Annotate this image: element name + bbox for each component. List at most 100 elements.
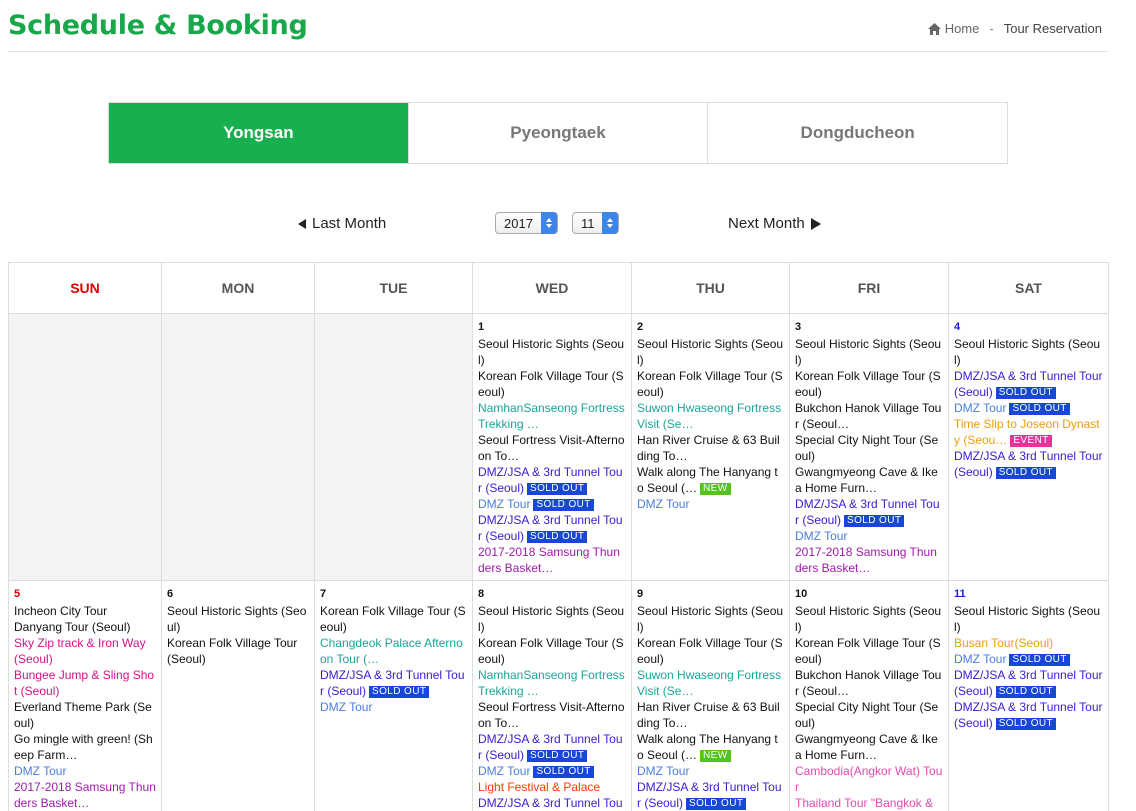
tour-event-link[interactable]: Seoul Fortress Visit-Afternoon To… [478, 699, 626, 731]
tab-yongsan[interactable]: Yongsan [109, 103, 408, 163]
tour-event-link[interactable]: NamhanSanseong Fortress Trekking … [478, 400, 626, 432]
tour-event-link[interactable]: Korean Folk Village Tour (Seoul) [478, 368, 626, 400]
next-month-label: Next Month [728, 215, 805, 232]
tour-event-link[interactable]: Seoul Historic Sights (Seoul) [637, 603, 784, 635]
soldout-badge: SOLD OUT [1009, 403, 1070, 415]
tour-event-link[interactable]: Busan Tour(Seoul) [954, 635, 1103, 651]
last-month-button[interactable]: Last Month [298, 215, 386, 232]
soldout-badge: SOLD OUT [995, 467, 1057, 479]
tour-event-link[interactable]: Korean Folk Village Tour (Seoul) [795, 368, 943, 400]
tour-event-link[interactable]: DMZ/JSA & 3rd Tunnel Tour (Seoul) SOLD OU… [320, 667, 467, 699]
tour-event-link[interactable]: DMZ Tour SOLD OUT [954, 651, 1103, 667]
tour-event-title: Cambodia(Angkor Wat) Tour [795, 764, 943, 794]
tour-event-link[interactable]: Korean Folk Village Tour (Seoul) [795, 635, 943, 667]
tour-event-link[interactable]: Changdeok Palace Afternoon Tour (… [320, 635, 467, 667]
tour-event-link[interactable]: Seoul Historic Sights (Seoul) [795, 336, 943, 368]
tour-event-link[interactable]: Walk along The Hanyang to Seoul (… NEW [637, 731, 784, 763]
tour-event-link[interactable]: Special City Night Tour (Seoul) [795, 432, 943, 464]
tour-event-title: Changdeok Palace Afternoon Tour (… [320, 636, 463, 666]
tour-event-link[interactable]: DMZ/JSA & 3rd Tunnel Tour (Seoul) SOLD OU… [954, 699, 1103, 731]
tour-event-link[interactable]: Korean Folk Village Tour (Seoul) [478, 635, 626, 667]
tour-event-link[interactable]: Seoul Historic Sights (Seoul) [795, 603, 943, 635]
tour-event-link[interactable]: Seoul Historic Sights (Seoul) [637, 336, 784, 368]
tour-event-link[interactable]: DMZ Tour [320, 699, 467, 715]
calendar-day-cell: 5 Incheon City Tour Danyang Tour (Seoul) Sk… [8, 580, 162, 811]
tour-event-link[interactable]: DMZ/JSA & 3rd Tunnel Tour (Seoul) SOLD OU… [954, 368, 1103, 400]
soldout-badge: SOLD OUT [1009, 654, 1070, 666]
tour-event-link[interactable]: Special City Night Tour (Seoul) [795, 699, 943, 731]
tour-event-link[interactable]: DMZ/JSA & 3rd Tunnel Tour (Seoul) SOLD OU… [478, 464, 626, 496]
tour-event-link[interactable]: DMZ Tour SOLD OUT [478, 496, 626, 512]
tour-event-link[interactable]: Korean Folk Village Tour (Seoul) [637, 368, 784, 400]
tour-event-link[interactable]: Suwon Hwaseong Fortress Visit (Se… [637, 400, 784, 432]
tour-event-link[interactable]: Seoul Fortress Visit-Afternoon To… [478, 432, 626, 464]
tour-event-link[interactable]: DMZ Tour SOLD OUT [478, 763, 626, 779]
breadcrumb-separator: - [989, 21, 994, 36]
month-navigation: Last Month 2017 11 Next Month [0, 212, 1136, 236]
tour-event-link[interactable]: Seoul Historic Sights (Seoul) [167, 603, 309, 635]
tour-event-link[interactable]: DMZ/JSA & 3rd Tunnel Tour (Seoul) SOLD OU… [637, 779, 784, 811]
tour-event-link[interactable]: Cambodia(Angkor Wat) Tour [795, 763, 943, 795]
tour-event-title: Han River Cruise & 63 Building To… [637, 700, 780, 730]
tour-event-link[interactable]: 2017-2018 Samsung Thunders Basket… [478, 544, 626, 576]
tour-event-link[interactable]: Suwon Hwaseong Fortress Visit (Se… [637, 667, 784, 699]
tour-event-link[interactable]: Danyang Tour (Seoul) [14, 619, 156, 635]
tour-event-link[interactable]: Everland Theme Park (Seoul) [14, 699, 156, 731]
tour-event-link[interactable]: Incheon City Tour [14, 603, 156, 619]
next-month-button[interactable]: Next Month [728, 215, 821, 232]
tour-event-title: DMZ Tour [478, 497, 531, 511]
tab-pyeongtaek[interactable]: Pyeongtaek [407, 103, 708, 163]
tour-event-link[interactable]: Go mingle with green! (Sheep Farm… [14, 731, 156, 763]
tour-event-link[interactable]: DMZ/JSA & 3rd Tunnel Tour (Seoul) SOLD OU… [478, 512, 626, 544]
tour-event-link[interactable]: DMZ/JSA & 3rd Tunnel Tour (Seoul) SOLD OU… [954, 667, 1103, 699]
tour-event-link[interactable]: Korean Folk Village Tour (Seoul) [637, 635, 784, 667]
tour-event-link[interactable]: DMZ/JSA & 3rd Tunnel Tour (Seoul) SOLD OU… [954, 448, 1103, 480]
tour-event-link[interactable]: Time Slip to Joseon Dynasty (Seou… EVENT [954, 416, 1103, 448]
tour-event-link[interactable]: Walk along The Hanyang to Seoul (… NEW [637, 464, 784, 496]
tour-event-link[interactable]: Light Festival & Palace [478, 779, 626, 795]
calendar-day-cell: 10 Seoul Historic Sights (Seoul) Korean Fo… [789, 580, 949, 811]
weekday-header-thu: THU [631, 262, 790, 314]
tour-event-link[interactable]: Seoul Historic Sights (Seoul) [954, 603, 1103, 635]
home-icon[interactable] [927, 22, 941, 35]
tour-event-title: Korean Folk Village Tour (Seoul) [795, 636, 941, 666]
tour-event-link[interactable]: Korean Folk Village Tour (Seoul) [320, 603, 467, 635]
tour-event-link[interactable]: DMZ/JSA & 3rd Tunnel Tour (Seoul) SOLD OU… [478, 731, 626, 763]
tour-event-link[interactable]: DMZ Tour [795, 528, 943, 544]
tour-event-link[interactable]: Sky Zip track & Iron Way (Seoul) [14, 635, 156, 667]
tour-event-link[interactable]: Seoul Historic Sights (Seoul) [954, 336, 1103, 368]
tour-event-link[interactable]: 2017-2018 Samsung Thunders Basket… [795, 544, 943, 576]
tour-event-link[interactable]: DMZ Tour [637, 763, 784, 779]
tour-event-title: Special City Night Tour (Seoul) [795, 700, 939, 730]
tour-event-link[interactable]: Gwangmyeong Cave & Ikea Home Furn… [795, 731, 943, 763]
tour-event-link[interactable]: Korean Folk Village Tour (Seoul) [167, 635, 309, 667]
soldout-badge: SOLD OUT [527, 483, 588, 495]
soldout-badge: SOLD OUT [369, 686, 430, 698]
tour-event-link[interactable]: NamhanSanseong Fortress Trekking … [478, 667, 626, 699]
tour-event-link[interactable]: Bungee Jump & Sling Shot (Seoul) [14, 667, 156, 699]
tab-dongducheon[interactable]: Dongducheon [707, 103, 1008, 163]
month-select[interactable]: 11 [572, 212, 619, 234]
tour-event-link[interactable]: DMZ/JSA & 3rd Tunnel Tour (Seoul) SOLD OU… [795, 496, 943, 528]
tour-event-link[interactable]: DMZ Tour [14, 763, 156, 779]
tour-event-link[interactable]: DMZ Tour [637, 496, 784, 512]
calendar-day-cell: 8 Seoul Historic Sights (Seoul) Korean Fol… [472, 580, 632, 811]
soldout-badge: SOLD OUT [527, 750, 588, 762]
tour-event-link[interactable]: 2017-2018 Samsung Thunders Basket… [14, 779, 156, 811]
tour-event-link[interactable]: Gwangmyeong Cave & Ikea Home Furn… [795, 464, 943, 496]
tour-event-link[interactable]: Han River Cruise & 63 Building To… [637, 699, 784, 731]
tour-event-link[interactable]: Han River Cruise & 63 Building To… [637, 432, 784, 464]
year-select[interactable]: 2017 [495, 212, 558, 234]
tour-event-link[interactable]: Seoul Historic Sights (Seoul) [478, 603, 626, 635]
new-badge: NEW [700, 750, 731, 762]
breadcrumb-home-link[interactable]: Home [945, 21, 980, 36]
tour-event-link[interactable]: DMZ/JSA & 3rd Tunnel Tou [478, 795, 626, 811]
tour-event-link[interactable]: Seoul Historic Sights (Seoul) [478, 336, 626, 368]
weekday-header-tue: TUE [314, 262, 473, 314]
soldout-badge: SOLD OUT [686, 798, 747, 810]
tour-event-link[interactable]: DMZ Tour SOLD OUT [954, 400, 1103, 416]
tour-event-link[interactable]: Bukchon Hanok Village Tour (Seoul… [795, 667, 943, 699]
tour-event-link[interactable]: Thailand Tour "Bangkok & [795, 795, 943, 811]
tour-event-link[interactable]: Bukchon Hanok Village Tour (Seoul… [795, 400, 943, 432]
tour-event-title: Korean Folk Village Tour (Seoul) [167, 636, 298, 666]
